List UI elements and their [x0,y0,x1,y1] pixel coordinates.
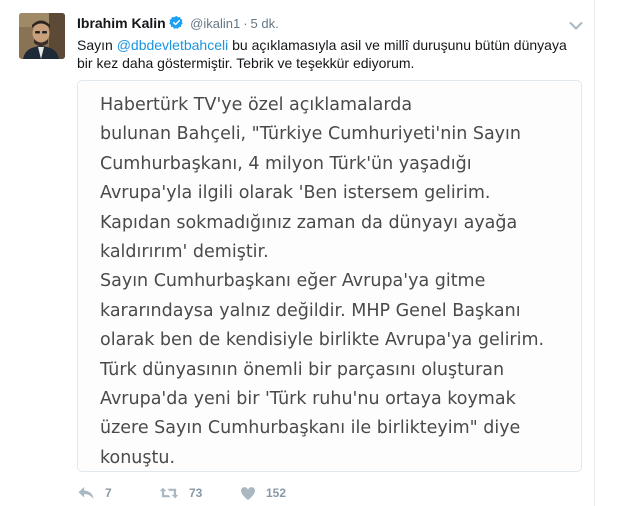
retweet-count: 73 [189,486,203,500]
attached-image-text: Habertürk TV'ye özel açıklamalarda bulun… [100,91,580,471]
avatar[interactable] [19,13,65,59]
attached-image[interactable]: Habertürk TV'ye özel açıklamalarda bulun… [77,80,582,472]
chevron-down-icon[interactable] [569,18,583,30]
tweet-text-prefix: Sayın [77,37,117,53]
image-text-line: Sayın Cumhurbaşkanı eğer Avrupa'ya gitme [100,271,486,292]
image-text-line: Avrupa'yla ilgili olarak 'Ben istersem g… [100,183,491,204]
image-text-line: Cumhurbaşkanı, 4 milyon Türk'ün yaşadığı [100,153,472,174]
heart-icon [240,486,256,501]
image-text-line: bulunan Bahçeli, "Türkiye Cumhuriyeti'ni… [100,124,521,145]
image-text-line: olarak ben de kendisiyle birlikte Avrupa… [100,330,545,351]
reply-count: 7 [105,486,112,500]
image-text-line: Avrupa'da yeni bir 'Türk ruhu'nu ortaya … [100,389,516,410]
tweet-timestamp[interactable]: 5 dk. [251,16,279,31]
reply-button[interactable]: 7 [77,482,112,504]
reply-icon [77,485,95,501]
author-handle[interactable]: @ikalin1 [190,16,240,31]
retweet-icon [159,485,179,501]
tweet-header: Ibrahim Kalin @ikalin1 · 5 dk. [77,15,279,33]
image-text-line: Kapıdan sokmadığınız zaman da dünyayı ay… [100,212,518,233]
like-count: 152 [266,486,287,500]
tweet-text: Sayın @dbdevletbahceli bu açıklamasıyla … [77,36,577,72]
mention-link[interactable]: @dbdevletbahceli [117,37,229,53]
separator-dot: · [243,16,248,31]
image-text-line: kaldırırım' demiştir. [100,242,269,263]
image-text-line: üzere Sayın Cumhurbaşkanı ile birlikteyi… [100,418,521,439]
image-text-line: Habertürk TV'ye özel açıklamalarda [100,95,413,115]
image-text-line: Türk dünyasının önemli bir parçasını olu… [100,359,505,380]
image-text-line: konuştu. [100,447,176,468]
retweet-button[interactable]: 73 [159,482,202,504]
verified-badge-icon [168,15,184,35]
avatar-photo [19,13,65,59]
like-button[interactable]: 152 [240,482,286,504]
author-name[interactable]: Ibrahim Kalin [77,15,166,31]
tweet: Ibrahim Kalin @ikalin1 · 5 dk. Sayın @dbde… [0,0,594,506]
image-text-line: kararındaysa yalnız değildir. MHP Genel … [100,300,521,321]
right-column-edge [594,0,637,506]
